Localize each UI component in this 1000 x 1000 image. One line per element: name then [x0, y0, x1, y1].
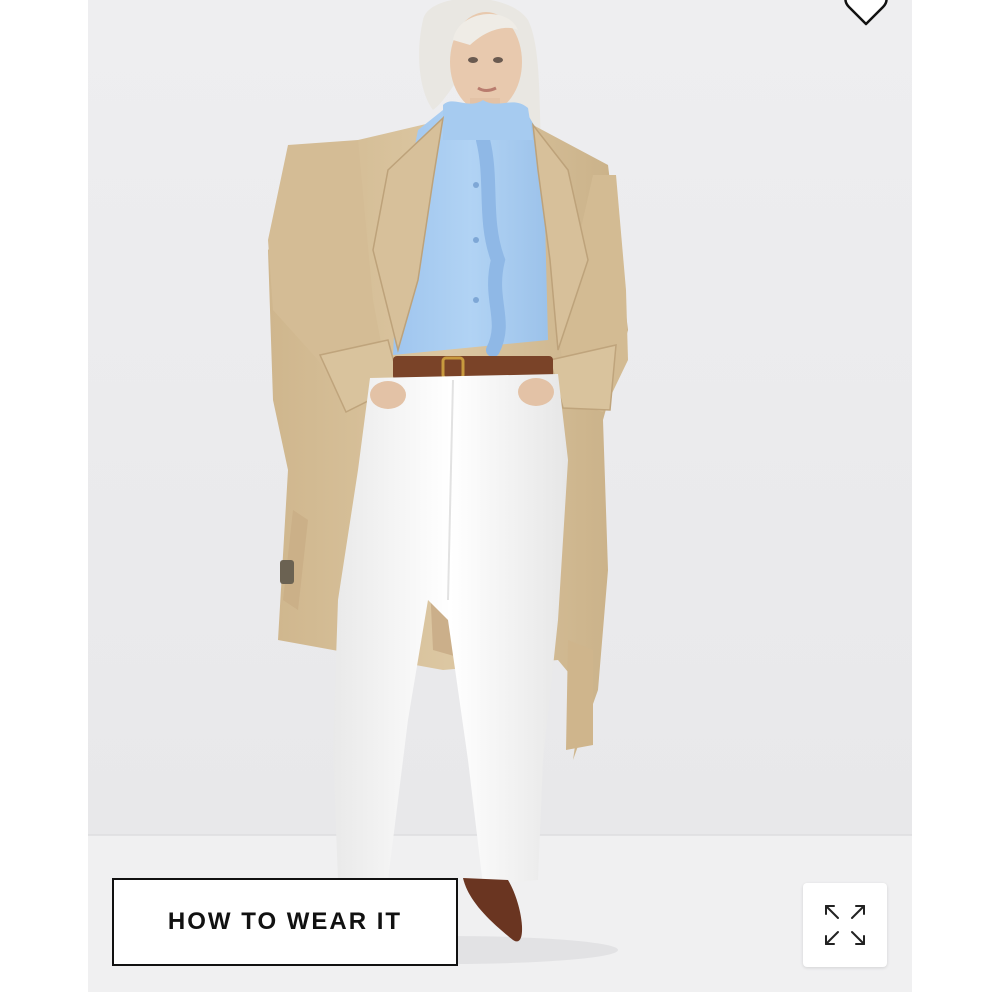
wishlist-button[interactable]	[836, 0, 896, 30]
heart-outline-icon	[844, 0, 888, 26]
product-gallery[interactable]: HOW TO WEAR IT	[88, 0, 912, 992]
expand-arrows-icon	[825, 905, 865, 945]
how-to-wear-it-button[interactable]: HOW TO WEAR IT	[112, 878, 458, 966]
product-image-viewer: HOW TO WEAR IT	[0, 0, 1000, 1000]
expand-image-button[interactable]	[803, 883, 887, 967]
how-to-wear-it-label: HOW TO WEAR IT	[167, 908, 403, 935]
product-photo	[88, 0, 912, 992]
